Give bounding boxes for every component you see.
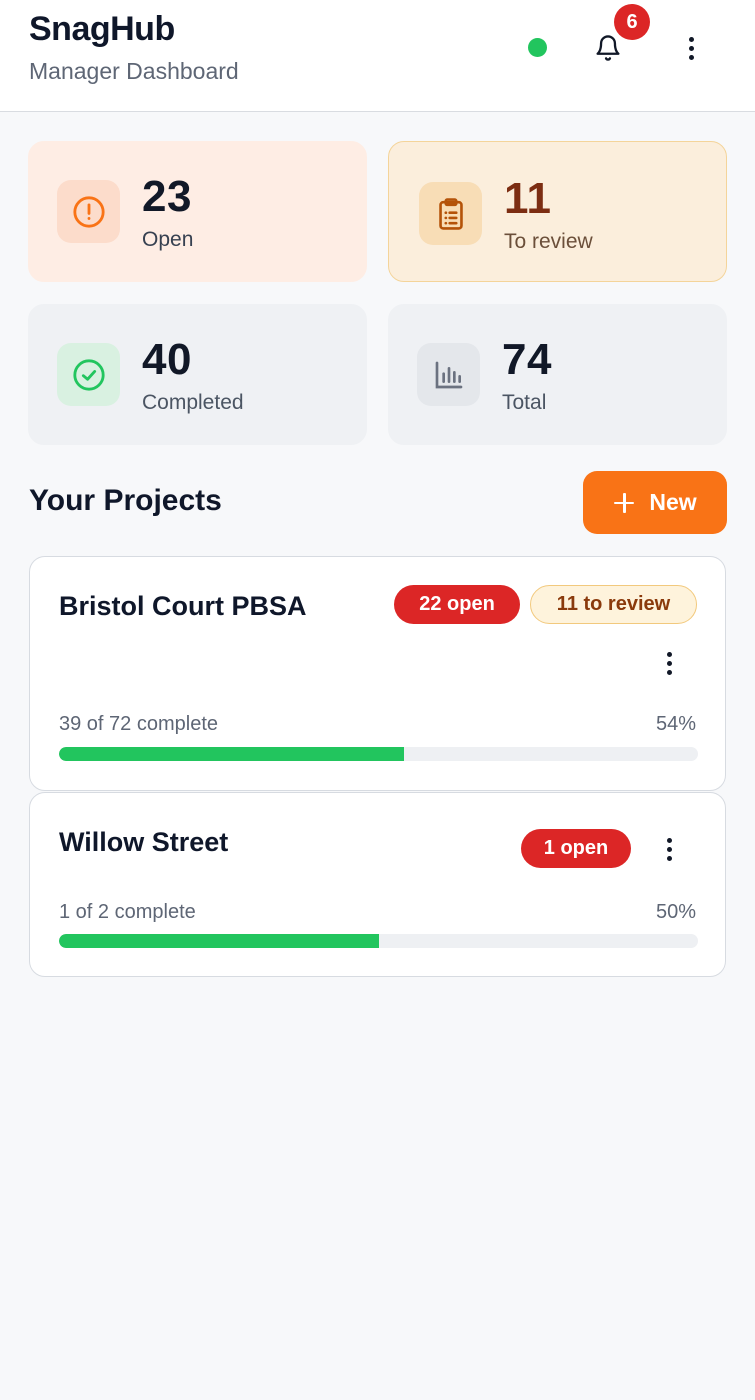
project-card-bristol-court[interactable]: Bristol Court PBSA 22 open 11 to review … <box>29 556 726 791</box>
bell-icon <box>596 35 620 61</box>
progress-summary: 39 of 72 complete <box>59 713 218 735</box>
progress-bar <box>59 934 698 948</box>
stat-completed-label: Completed <box>142 391 244 414</box>
app-title: SnagHub <box>29 10 175 48</box>
plus-icon <box>613 492 635 514</box>
progress-bar-fill <box>59 934 379 948</box>
project-more-menu-button[interactable] <box>654 829 684 869</box>
check-circle-icon <box>72 358 105 391</box>
project-card-willow-street[interactable]: Willow Street 1 open 1 of 2 complete 50% <box>29 792 726 977</box>
stat-to-review-value: 11 <box>504 174 552 223</box>
projects-section-title: Your Projects <box>29 484 222 517</box>
open-count-badge: 1 open <box>521 829 631 868</box>
project-name: Willow Street <box>59 827 229 857</box>
header-more-menu-button[interactable] <box>676 28 706 68</box>
stat-open-value: 23 <box>142 172 192 221</box>
stat-icon-wrap <box>57 180 120 243</box>
project-name: Bristol Court PBSA <box>59 591 307 621</box>
progress-bar <box>59 747 698 761</box>
project-more-menu-button[interactable] <box>654 643 684 683</box>
notification-count-badge: 6 <box>614 4 650 40</box>
open-count-badge: 22 open <box>394 585 520 624</box>
more-dots-icon <box>688 36 694 42</box>
stat-icon-wrap <box>419 182 482 245</box>
progress-percent: 50% <box>655 901 696 923</box>
new-project-button-label: New <box>649 489 697 515</box>
stat-card-open[interactable]: 23 Open <box>28 141 367 282</box>
stat-card-total[interactable]: 74 Total <box>388 304 727 445</box>
clipboard-icon <box>438 197 463 230</box>
app-subtitle: Manager Dashboard <box>29 58 239 84</box>
to-review-badge: 11 to review <box>530 585 697 624</box>
new-project-button[interactable]: New <box>583 471 727 534</box>
progress-summary: 1 of 2 complete <box>59 901 196 923</box>
more-dots-icon <box>666 651 672 657</box>
stat-total-value: 74 <box>502 335 552 384</box>
stat-completed-value: 40 <box>142 335 192 384</box>
stat-card-completed[interactable]: 40 Completed <box>28 304 367 445</box>
stat-total-label: Total <box>502 391 547 414</box>
app-header: SnagHub Manager Dashboard 6 <box>0 0 755 112</box>
bar-chart-icon <box>435 361 462 388</box>
stat-icon-wrap <box>417 343 480 406</box>
progress-bar-fill <box>59 747 405 761</box>
stat-card-to-review[interactable]: 11 To review <box>388 141 727 282</box>
stat-to-review-label: To review <box>504 230 593 253</box>
stat-icon-wrap <box>57 343 120 406</box>
progress-percent: 54% <box>655 713 696 735</box>
more-dots-icon <box>666 837 672 843</box>
online-status-indicator <box>528 38 547 57</box>
alert-circle-icon <box>72 195 105 228</box>
stat-open-label: Open <box>142 228 194 251</box>
